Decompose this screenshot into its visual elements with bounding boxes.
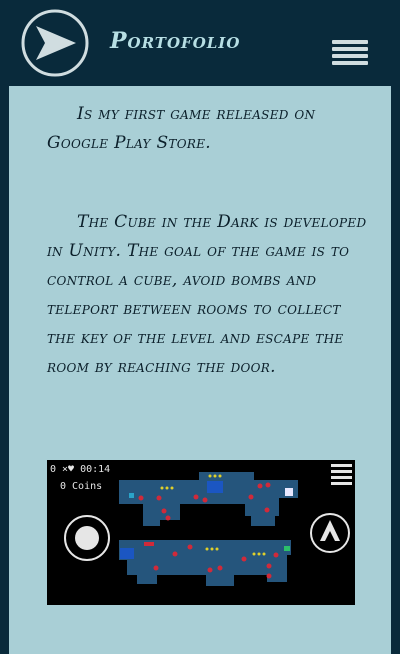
main-content: Is my first game released on Google Play… [9,86,391,654]
game-screenshot: 0 ×♥ 00:14 0 Coins [47,460,355,605]
menu-bar [332,61,368,65]
menu-bar [332,40,368,44]
description-paragraph: The Cube in the Dark is developed in Uni… [47,208,367,382]
game-coins-label: 0 Coins [60,481,102,492]
page: Portofolio Is my first game released on … [0,0,400,654]
game-hud-timer: 0 ×♥ 00:14 [50,464,110,475]
intro-paragraph: Is my first game released on Google Play… [47,100,367,158]
description-paragraph-text: The Cube in the Dark is developed in Uni… [47,212,367,377]
play-arrow-circle-icon[interactable] [19,8,91,78]
header: Portofolio [0,0,400,86]
site-title[interactable]: Portofolio [110,28,240,54]
menu-bar [332,54,368,58]
menu-bar [332,47,368,51]
intro-paragraph-text: Is my first game released on Google Play… [47,104,316,153]
hamburger-icon[interactable] [332,40,368,73]
